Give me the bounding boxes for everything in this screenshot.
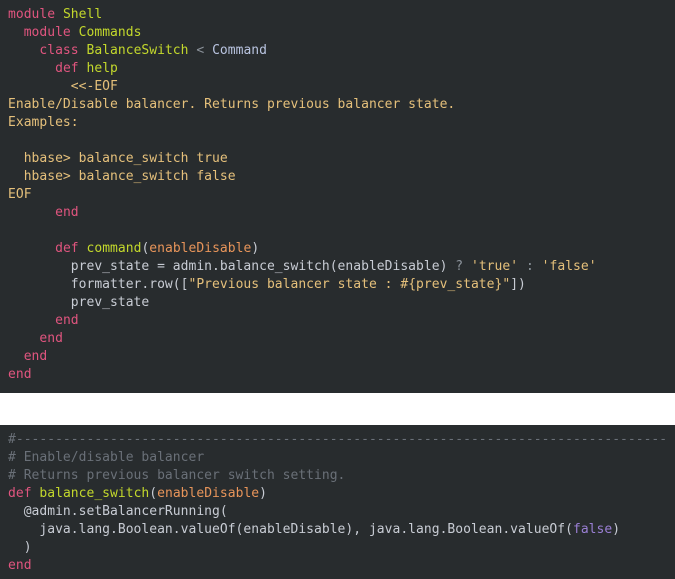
- code-token: @admin.setBalancerRunning(: [8, 504, 228, 519]
- code-token: ): [251, 241, 260, 256]
- code-line: module Shell: [0, 6, 675, 24]
- code-line: end: [0, 348, 675, 366]
- code-line: def command(enableDisable): [0, 240, 675, 258]
- code-line: ): [0, 539, 675, 557]
- code-line: end: [0, 204, 675, 222]
- code-token: # Returns previous balancer switch setti…: [8, 468, 346, 483]
- code-token: "Previous balancer state : #{prev_state}…: [188, 277, 511, 292]
- code-token: class: [39, 43, 79, 58]
- code-token: module: [23, 25, 71, 40]
- code-token: ): [8, 540, 32, 555]
- code-token: module: [8, 7, 56, 22]
- code-line: prev_state: [0, 294, 675, 312]
- code-token: ?: [455, 259, 464, 274]
- code-token: end: [8, 367, 32, 382]
- code-line: end: [0, 366, 675, 384]
- code-token: Examples:: [8, 115, 79, 130]
- code-token: Shell: [62, 7, 103, 22]
- code-line: #---------------------------------------…: [0, 431, 675, 449]
- code-token: Command: [212, 43, 268, 58]
- code-line: end: [0, 312, 675, 330]
- code-token: Enable/Disable balancer. Returns previou…: [8, 97, 456, 112]
- code-token: Commands: [78, 25, 142, 40]
- code-token: # Enable/disable balancer: [8, 450, 205, 465]
- code-panel-admin-balance-switch[interactable]: #---------------------------------------…: [0, 425, 675, 579]
- code-token: false: [572, 522, 613, 537]
- code-token: formatter.row([: [8, 277, 189, 292]
- code-line: hbase> balance_switch true: [0, 150, 675, 168]
- code-token: ]): [510, 277, 526, 292]
- code-line: module Commands: [0, 24, 675, 42]
- code-line: prev_state = admin.balance_switch(enable…: [0, 258, 675, 276]
- code-token: BalanceSwitch: [86, 43, 189, 58]
- code-token: enableDisable: [149, 241, 252, 256]
- code-token: java.lang.Boolean.valueOf(enableDisable)…: [8, 522, 573, 537]
- code-token: help: [86, 61, 118, 76]
- code-token: enableDisable: [157, 486, 260, 501]
- code-line: # Returns previous balancer switch setti…: [0, 467, 675, 485]
- code-line: # Enable/disable balancer: [0, 449, 675, 467]
- code-panel-shell-command[interactable]: module Shell module Commands class Balan…: [0, 0, 675, 393]
- code-line: class BalanceSwitch < Command: [0, 42, 675, 60]
- code-token: :: [525, 259, 534, 274]
- code-token: def: [55, 61, 79, 76]
- code-token: end: [55, 313, 79, 328]
- code-line: def balance_switch(enableDisable): [0, 485, 675, 503]
- code-line: <<-EOF: [0, 78, 675, 96]
- code-token: hbase> balance_switch true: [8, 151, 228, 166]
- code-token: balance_switch: [39, 486, 150, 501]
- code-line: EOF: [0, 186, 675, 204]
- code-line: def help: [0, 60, 675, 78]
- code-line: end: [0, 330, 675, 348]
- code-token: ): [259, 486, 267, 501]
- code-line: @admin.setBalancerRunning(: [0, 503, 675, 521]
- code-line: hbase> balance_switch false: [0, 168, 675, 186]
- code-token: end: [39, 331, 63, 346]
- code-token: command: [86, 241, 142, 256]
- code-line: formatter.row(["Previous balancer state …: [0, 276, 675, 294]
- code-token: def: [55, 241, 79, 256]
- code-token: 'false': [541, 259, 597, 274]
- code-token: def: [8, 486, 32, 501]
- code-line: Examples:: [0, 114, 675, 132]
- code-token: EOF: [8, 187, 32, 202]
- code-token: hbase> balance_switch false: [8, 169, 236, 184]
- code-token: end: [8, 558, 32, 573]
- screenshot-root: module Shell module Commands class Balan…: [0, 0, 675, 579]
- code-token: <<-EOF: [70, 79, 118, 94]
- code-line: Enable/Disable balancer. Returns previou…: [0, 96, 675, 114]
- code-token: end: [55, 205, 79, 220]
- code-token: ): [612, 522, 621, 537]
- code-token: end: [23, 349, 48, 364]
- code-token: 'true': [470, 259, 519, 274]
- code-token: prev_state = admin.balance_switch(enable…: [8, 259, 456, 274]
- code-line: java.lang.Boolean.valueOf(enableDisable)…: [0, 521, 675, 539]
- code-token: prev_state: [8, 295, 150, 310]
- code-token: (: [149, 486, 158, 501]
- code-line: end: [0, 557, 675, 575]
- code-token: #---------------------------------------…: [8, 432, 668, 447]
